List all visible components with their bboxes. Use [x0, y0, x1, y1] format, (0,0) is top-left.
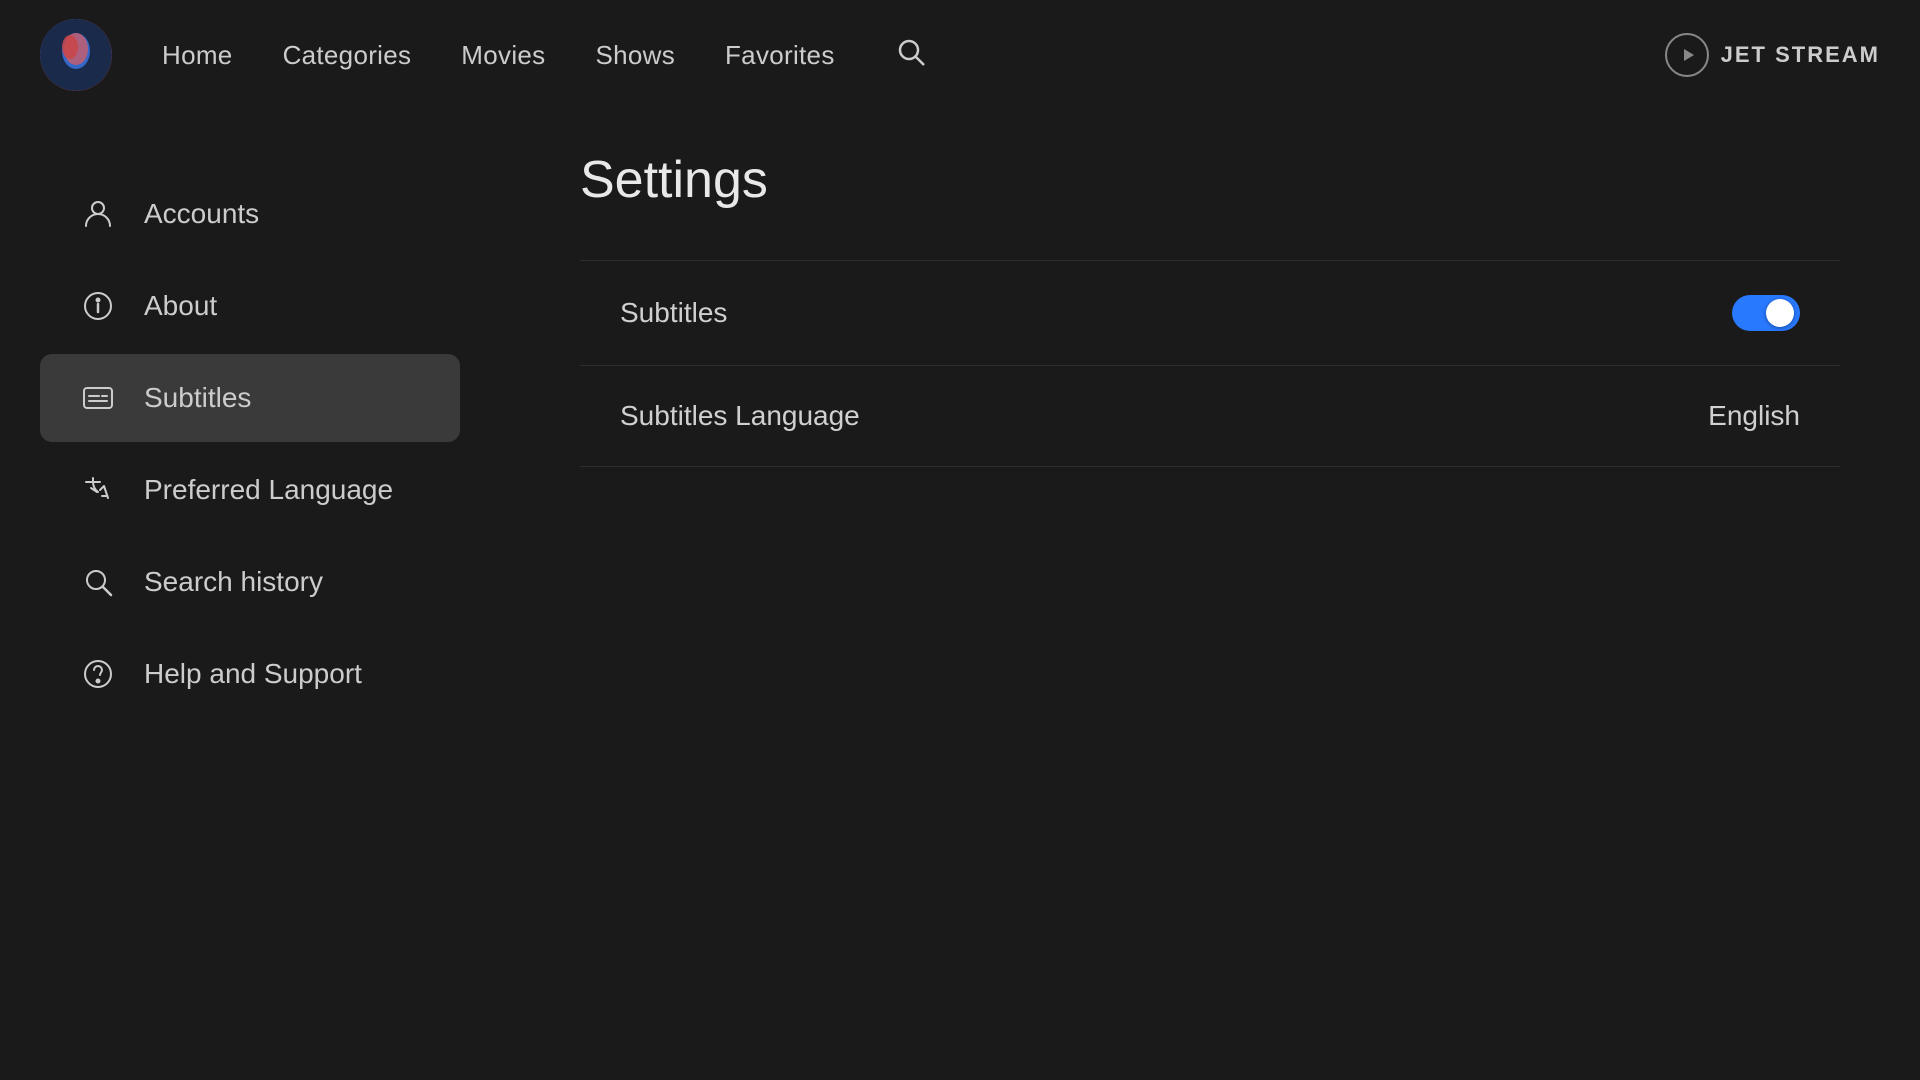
sidebar-item-accounts[interactable]: Accounts	[40, 170, 460, 258]
toggle-track	[1732, 295, 1800, 331]
subtitles-language-value: English	[1708, 400, 1800, 432]
sidebar: Accounts About	[0, 150, 500, 1080]
settings-row-subtitles: Subtitles	[580, 260, 1840, 366]
top-navigation: Home Categories Movies Shows Favorites J…	[0, 0, 1920, 110]
search-icon[interactable]	[895, 36, 927, 75]
info-icon	[80, 290, 116, 322]
toggle-thumb	[1766, 299, 1794, 327]
sidebar-item-subtitles[interactable]: Subtitles	[40, 354, 460, 442]
subtitles-toggle[interactable]	[1732, 295, 1800, 331]
subtitles-icon	[80, 382, 116, 414]
avatar[interactable]	[40, 19, 112, 91]
nav-favorites[interactable]: Favorites	[725, 40, 835, 71]
brand-name: JET STREAM	[1721, 42, 1880, 68]
sidebar-item-search-history-label: Search history	[144, 566, 323, 598]
nav-home[interactable]: Home	[162, 40, 233, 71]
sidebar-item-preferred-language[interactable]: Preferred Language	[40, 446, 460, 534]
sidebar-item-preferred-language-label: Preferred Language	[144, 474, 393, 506]
sidebar-item-search-history[interactable]: Search history	[40, 538, 460, 626]
help-icon	[80, 658, 116, 690]
settings-row-subtitles-language[interactable]: Subtitles Language English	[580, 366, 1840, 467]
brand-logo: JET STREAM	[1665, 33, 1880, 77]
brand-play-icon	[1665, 33, 1709, 77]
nav-categories[interactable]: Categories	[283, 40, 412, 71]
person-icon	[80, 198, 116, 230]
sidebar-item-help-support[interactable]: Help and Support	[40, 630, 460, 718]
main-content: Accounts About	[0, 110, 1920, 1080]
translate-icon	[80, 474, 116, 506]
sidebar-item-about-label: About	[144, 290, 217, 322]
search-history-icon	[80, 566, 116, 598]
settings-panel: Settings Subtitles Subtitles Language En…	[500, 150, 1920, 1080]
sidebar-item-subtitles-label: Subtitles	[144, 382, 251, 414]
sidebar-item-accounts-label: Accounts	[144, 198, 259, 230]
nav-shows[interactable]: Shows	[595, 40, 675, 71]
sidebar-item-help-support-label: Help and Support	[144, 658, 362, 690]
sidebar-item-about[interactable]: About	[40, 262, 460, 350]
nav-movies[interactable]: Movies	[461, 40, 545, 71]
settings-title: Settings	[580, 150, 1840, 210]
subtitles-language-label: Subtitles Language	[620, 400, 860, 432]
subtitles-label: Subtitles	[620, 297, 727, 329]
nav-links: Home Categories Movies Shows Favorites	[162, 36, 1665, 75]
